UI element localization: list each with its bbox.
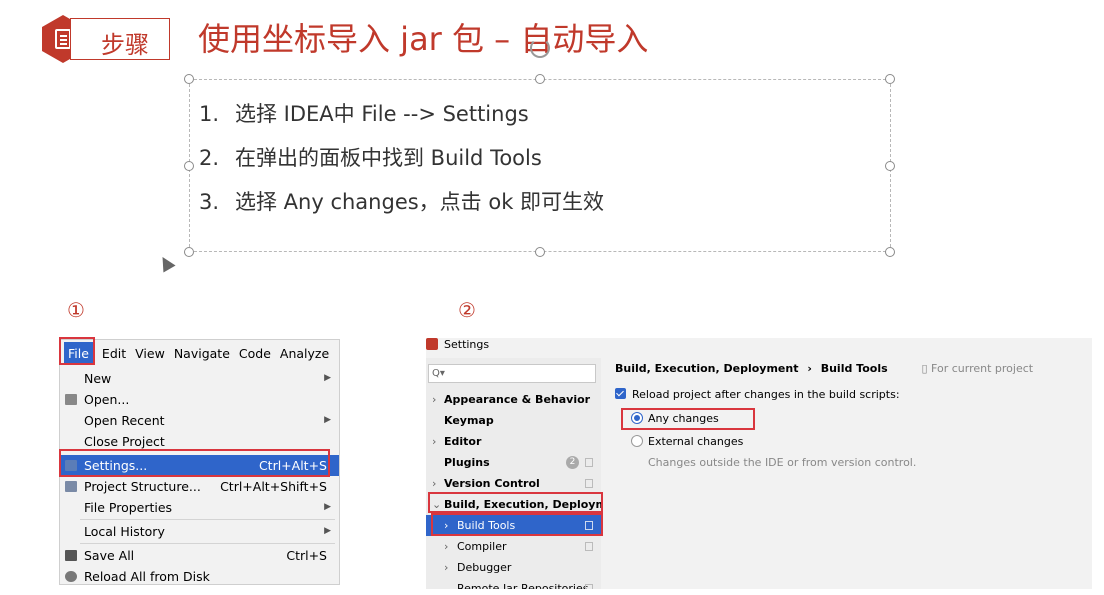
chevron-right-icon: › — [444, 540, 449, 553]
menu-item-open-recent[interactable]: Open Recent ▶ — [60, 410, 339, 431]
resize-handle-bottom[interactable] — [535, 247, 545, 257]
steps-list: 1. 选择 IDEA中 File --> Settings 2. 在弹出的面板中找到… — [199, 92, 604, 224]
radio-unselected-icon[interactable] — [631, 435, 643, 447]
menu-analyze[interactable]: Analyze — [280, 346, 329, 361]
tree-item-debugger[interactable]: › Debugger — [426, 557, 601, 578]
resize-handle-left[interactable] — [184, 161, 194, 171]
menu-navigate[interactable]: Navigate — [174, 346, 230, 361]
menu-view[interactable]: View — [135, 346, 165, 361]
intellij-logo-icon — [426, 338, 438, 350]
tree-item-version-control[interactable]: › Version Control — [426, 473, 601, 494]
chevron-right-icon: › — [432, 435, 437, 448]
tree-item-keymap[interactable]: Keymap — [426, 410, 601, 431]
menu-code[interactable]: Code — [239, 346, 271, 361]
step-item: 3. 选择 Any changes，点击 ok 即可生效 — [199, 190, 605, 214]
step-item: 1. 选择 IDEA中 File --> Settings — [199, 102, 529, 126]
menu-item-new[interactable]: New ▶ — [60, 368, 339, 389]
mouse-cursor-icon — [156, 253, 176, 273]
submenu-arrow-icon: ▶ — [324, 373, 331, 383]
tree-item-remote-jar-repositories[interactable]: Remote Jar Repositories — [426, 578, 601, 589]
chevron-right-icon: › — [432, 393, 437, 406]
settings-search-input[interactable]: Q▾ — [428, 364, 596, 383]
rotate-handle-icon[interactable] — [530, 38, 550, 58]
highlight-any-changes — [621, 408, 755, 430]
checkbox-checked-icon[interactable] — [615, 388, 626, 399]
folder-icon — [65, 394, 77, 405]
menu-item-reload-all[interactable]: Reload All from Disk — [60, 566, 339, 584]
menubar: File Edit View Navigate Code Analyze — [60, 340, 339, 366]
submenu-arrow-icon: ▶ — [324, 502, 331, 512]
highlight-file-menu — [59, 337, 95, 365]
resize-handle-bottom-right[interactable] — [885, 247, 895, 257]
resize-handle-top[interactable] — [535, 74, 545, 84]
settings-content: Build, Execution, Deployment › Build Too… — [601, 352, 1092, 589]
project-structure-icon — [65, 481, 77, 492]
submenu-arrow-icon: ▶ — [324, 526, 331, 536]
submenu-arrow-icon: ▶ — [324, 415, 331, 425]
update-count-badge: 2 — [566, 456, 579, 469]
tree-item-plugins[interactable]: Plugins 2 — [426, 452, 601, 473]
settings-tree: Q▾ › Appearance & Behavior Keymap › Editor… — [426, 358, 627, 589]
resize-handle-top-left[interactable] — [184, 74, 194, 84]
marker-one: ① — [67, 298, 85, 322]
resize-handle-top-right[interactable] — [885, 74, 895, 84]
reload-icon — [65, 571, 77, 582]
menu-edit[interactable]: Edit — [102, 346, 126, 361]
menu-item-project-structure[interactable]: Project Structure... Ctrl+Alt+Shift+S — [60, 476, 339, 497]
tree-item-editor[interactable]: › Editor — [426, 431, 601, 452]
step-item: 2. 在弹出的面板中找到 Build Tools — [199, 146, 542, 170]
reload-project-checkbox[interactable]: Reload project after changes in the buil… — [615, 388, 900, 401]
scope-note: ▯ For current project — [921, 362, 1034, 375]
chevron-right-icon: › — [432, 477, 437, 490]
menu-item-open[interactable]: Open... — [60, 389, 339, 410]
settings-window-title: Settings — [426, 338, 489, 352]
step-label: 步骤 — [101, 31, 149, 59]
menu-item-local-history[interactable]: Local History ▶ — [60, 521, 339, 542]
radio-external-changes[interactable]: External changes — [631, 435, 743, 448]
menu-separator — [80, 543, 335, 544]
menu-item-file-properties[interactable]: File Properties ▶ — [60, 497, 339, 518]
project-scope-icon — [585, 584, 593, 589]
resize-handle-right[interactable] — [885, 161, 895, 171]
highlight-settings-item — [59, 449, 330, 477]
highlight-build-tools — [431, 513, 603, 536]
project-scope-icon — [585, 542, 593, 551]
breadcrumb: Build, Execution, Deployment › Build Too… — [615, 362, 1034, 375]
chevron-right-icon: › — [444, 561, 449, 574]
marker-two: ② — [458, 298, 476, 322]
external-changes-hint: Changes outside the IDE or from version … — [648, 456, 917, 469]
slide-title: 使用坐标导入 jar 包 – 自动导入 — [198, 20, 649, 58]
menu-separator — [80, 519, 335, 520]
project-scope-icon — [585, 479, 593, 488]
tree-item-compiler[interactable]: › Compiler — [426, 536, 601, 557]
tree-item-appearance[interactable]: › Appearance & Behavior — [426, 389, 601, 410]
highlight-build-execution-deployment — [428, 492, 603, 513]
settings-screenshot: Settings Q▾ › Appearance & Behavior Keyma… — [426, 338, 1092, 589]
project-scope-icon — [585, 458, 593, 467]
step-badge: 步骤 — [70, 18, 170, 60]
resize-handle-bottom-left[interactable] — [184, 247, 194, 257]
menu-item-save-all[interactable]: Save All Ctrl+S — [60, 545, 339, 566]
save-icon — [65, 550, 77, 561]
